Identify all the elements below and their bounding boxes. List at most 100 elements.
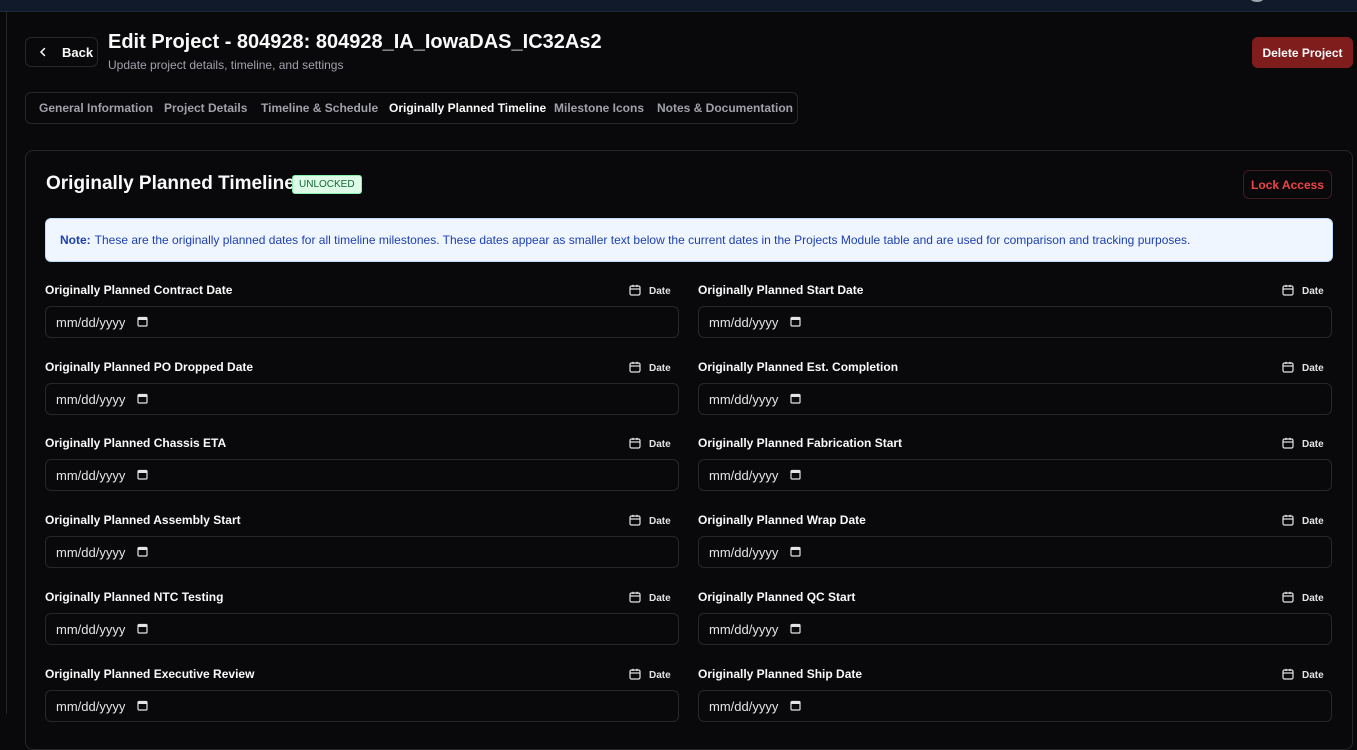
calendar-icon [629, 284, 641, 299]
field-label: Originally Planned Executive Review [45, 667, 255, 681]
tab-originally-planned-timeline[interactable]: Originally Planned Timeline [389, 101, 546, 115]
field-label: Originally Planned Ship Date [698, 667, 863, 681]
tab-bar: General Information Project Details Time… [25, 92, 798, 124]
field-label: Originally Planned PO Dropped Date [45, 360, 254, 374]
page-title: Edit Project - 804928: 804928_IA_IowaDAS… [108, 31, 602, 53]
avatar[interactable] [1250, 0, 1264, 2]
field-label: Originally Planned Contract Date [45, 283, 233, 297]
date-type-tag: Date [629, 437, 671, 452]
date-input-value: mm/dd/yyyy [56, 467, 126, 483]
tab-project-details[interactable]: Project Details [164, 101, 247, 115]
field-label: Originally Planned Wrap Date [698, 513, 866, 527]
page-subtitle: Update project details, timeline, and se… [108, 58, 344, 72]
date-tag-label: Date [649, 593, 671, 604]
date-tag-label: Date [649, 516, 671, 527]
field-label: Originally Planned QC Start [698, 590, 856, 604]
field-label: Originally Planned Est. Completion [698, 360, 899, 374]
date-input-value: mm/dd/yyyy [56, 544, 126, 560]
calendar-picker-icon[interactable] [137, 545, 148, 560]
calendar-icon [629, 591, 641, 606]
date-input[interactable]: mm/dd/yyyy [698, 383, 1332, 415]
date-input[interactable]: mm/dd/yyyy [698, 690, 1332, 722]
date-input[interactable]: mm/dd/yyyy [698, 306, 1332, 338]
date-type-tag: Date [1282, 437, 1324, 452]
calendar-picker-icon[interactable] [790, 622, 801, 637]
field-label: Originally Planned Assembly Start [45, 513, 241, 527]
calendar-icon [629, 361, 641, 376]
date-type-tag: Date [1282, 514, 1324, 529]
calendar-picker-icon[interactable] [790, 699, 801, 714]
date-type-tag: Date [629, 284, 671, 299]
date-input[interactable]: mm/dd/yyyy [45, 306, 679, 338]
tab-general-information[interactable]: General Information [39, 101, 153, 115]
date-input-value: mm/dd/yyyy [709, 621, 779, 637]
back-button-label: Back [62, 44, 94, 60]
date-input[interactable]: mm/dd/yyyy [698, 613, 1332, 645]
note-text: These are the originally planned dates f… [94, 233, 1191, 247]
date-input[interactable]: mm/dd/yyyy [45, 536, 679, 568]
date-input-value: mm/dd/yyyy [709, 391, 779, 407]
calendar-picker-icon[interactable] [137, 699, 148, 714]
date-tag-label: Date [649, 439, 671, 450]
calendar-icon [1282, 591, 1294, 606]
date-input-value: mm/dd/yyyy [709, 698, 779, 714]
date-input[interactable]: mm/dd/yyyy [698, 536, 1332, 568]
date-input-value: mm/dd/yyyy [56, 621, 126, 637]
date-tag-label: Date [649, 286, 671, 297]
date-input-value: mm/dd/yyyy [709, 314, 779, 330]
calendar-icon [1282, 514, 1294, 529]
date-input-value: mm/dd/yyyy [709, 467, 779, 483]
delete-project-button[interactable]: Delete Project [1252, 37, 1353, 68]
calendar-icon [1282, 284, 1294, 299]
tab-notes-documentation[interactable]: Notes & Documentation [657, 101, 793, 115]
calendar-icon [1282, 437, 1294, 452]
calendar-icon [629, 668, 641, 683]
section-title: Originally Planned Timeline [46, 173, 295, 194]
calendar-picker-icon[interactable] [790, 392, 801, 407]
calendar-picker-icon[interactable] [790, 315, 801, 330]
calendar-picker-icon[interactable] [790, 468, 801, 483]
date-input[interactable]: mm/dd/yyyy [45, 690, 679, 722]
date-input-value: mm/dd/yyyy [56, 391, 126, 407]
date-type-tag: Date [1282, 361, 1324, 376]
note-prefix: Note: [60, 233, 91, 247]
date-tag-label: Date [649, 670, 671, 681]
date-tag-label: Date [1302, 593, 1324, 604]
calendar-icon [1282, 361, 1294, 376]
chevron-left-icon [39, 47, 46, 57]
calendar-picker-icon[interactable] [137, 622, 148, 637]
date-type-tag: Date [1282, 284, 1324, 299]
date-tag-label: Date [1302, 363, 1324, 374]
calendar-icon [1282, 668, 1294, 683]
date-input-value: mm/dd/yyyy [709, 544, 779, 560]
date-type-tag: Date [629, 591, 671, 606]
date-tag-label: Date [1302, 516, 1324, 527]
calendar-icon [629, 437, 641, 452]
calendar-picker-icon[interactable] [137, 392, 148, 407]
status-badge: UNLOCKED [292, 175, 362, 194]
tab-timeline-schedule[interactable]: Timeline & Schedule [261, 101, 378, 115]
field-label: Originally Planned Fabrication Start [698, 436, 903, 450]
date-input[interactable]: mm/dd/yyyy [45, 459, 679, 491]
date-input-value: mm/dd/yyyy [56, 314, 126, 330]
date-input[interactable]: mm/dd/yyyy [45, 613, 679, 645]
lock-access-button[interactable]: Lock Access [1243, 170, 1332, 199]
field-label: Originally Planned Start Date [698, 283, 864, 297]
date-input[interactable]: mm/dd/yyyy [698, 459, 1332, 491]
tab-milestone-icons[interactable]: Milestone Icons [554, 101, 644, 115]
date-input-value: mm/dd/yyyy [56, 698, 126, 714]
calendar-picker-icon[interactable] [137, 315, 148, 330]
date-type-tag: Date [1282, 591, 1324, 606]
date-type-tag: Date [629, 361, 671, 376]
date-type-tag: Date [629, 514, 671, 529]
date-tag-label: Date [1302, 670, 1324, 681]
calendar-picker-icon[interactable] [137, 468, 148, 483]
date-type-tag: Date [1282, 668, 1324, 683]
back-button[interactable]: Back [25, 37, 98, 67]
info-note: Note: These are the originally planned d… [45, 218, 1333, 262]
date-tag-label: Date [649, 363, 671, 374]
calendar-picker-icon[interactable] [790, 545, 801, 560]
date-input[interactable]: mm/dd/yyyy [45, 383, 679, 415]
date-type-tag: Date [629, 668, 671, 683]
calendar-icon [629, 514, 641, 529]
